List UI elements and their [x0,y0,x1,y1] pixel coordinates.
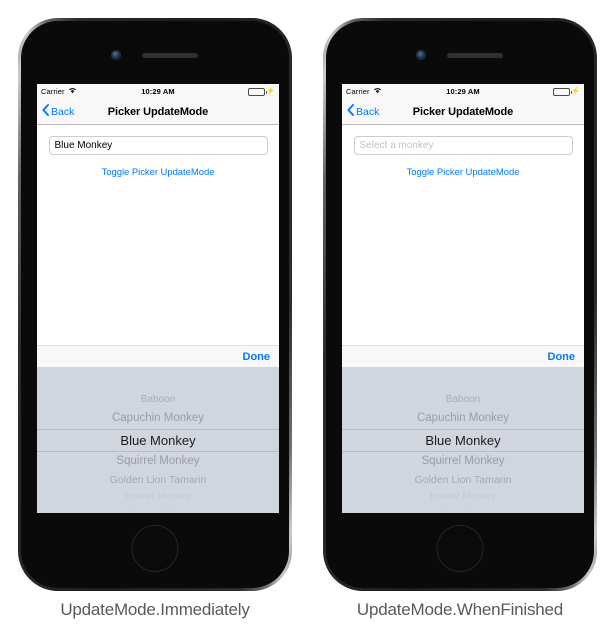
picker-row[interactable]: Baboon [342,392,584,409]
front-camera-icon [112,51,120,59]
monkey-picker-wheel[interactable]: Baboon Capuchin Monkey Blue Monkey Squir… [342,367,584,513]
picker-row[interactable]: Capuchin Monkey [37,409,279,429]
toggle-picker-updatemode-button[interactable]: Toggle Picker UpdateMode [407,167,520,178]
monkey-text-input[interactable]: Select a monkey [353,136,573,155]
sensor-cluster [326,49,594,61]
chevron-left-icon [347,104,354,119]
content-area: Select a monkey Toggle Picker UpdateMode [342,125,584,345]
home-button[interactable] [131,525,179,572]
status-bar-clock: 10:29 AM [446,87,480,96]
front-camera-icon [417,51,425,59]
status-bar-right: ⚡ [248,87,275,96]
back-button-label: Back [51,105,75,118]
picker-row[interactable]: Golden Lion Tamarin [37,472,279,490]
picker-row[interactable]: Golden Lion Tamarin [342,472,584,490]
picker-row[interactable]: Baboon [37,392,279,409]
picker-row-selected[interactable]: Blue Monkey [342,428,584,453]
caption-immediately: UpdateMode.Immediately [60,600,250,619]
text-input-placeholder: Select a monkey [359,140,434,151]
picker-toolbar: Done [37,345,279,367]
toggle-picker-updatemode-button[interactable]: Toggle Picker UpdateMode [102,167,215,178]
monkey-text-input[interactable]: Blue Monkey [48,136,268,155]
phone-body: Carrier 10:29 AM ⚡ Back Picker UpdateMod… [326,21,594,588]
status-bar: Carrier 10:29 AM ⚡ [342,84,584,99]
navigation-bar: Back Picker UpdateMode [37,99,279,125]
charging-bolt-icon: ⚡ [266,88,275,95]
earpiece-speaker-icon [142,52,198,58]
status-bar-right: ⚡ [553,87,580,96]
earpiece-speaker-icon [447,52,503,58]
picker-row[interactable]: Japanese Macaque [342,504,584,513]
battery-icon [248,87,268,96]
home-button[interactable] [436,525,484,572]
phone-device-whenfinished: Carrier 10:29 AM ⚡ Back Picker UpdateMod… [323,18,597,591]
status-bar-clock: 10:29 AM [141,87,175,96]
caption-whenfinished: UpdateMode.WhenFinished [356,600,564,619]
comparison-screenshot: Carrier 10:29 AM ⚡ Back Picker UpdateMod… [0,0,611,641]
done-button[interactable]: Done [243,351,271,363]
picker-row[interactable]: Capuchin Monkey [342,409,584,429]
phone-screen-immediately: Carrier 10:29 AM ⚡ Back Picker UpdateMod… [37,84,279,513]
done-button[interactable]: Done [548,351,576,363]
back-button[interactable]: Back [42,104,74,119]
picker-fade-top [37,367,279,393]
phone-device-immediately: Carrier 10:29 AM ⚡ Back Picker UpdateMod… [18,18,292,591]
picker-row[interactable]: Howler Monkey [37,490,279,504]
picker-toolbar: Done [342,345,584,367]
battery-icon [553,87,573,96]
charging-bolt-icon: ⚡ [571,88,580,95]
chevron-left-icon [42,104,49,119]
status-bar: Carrier 10:29 AM ⚡ [37,84,279,99]
picker-row[interactable]: Squirrel Monkey [342,452,584,472]
back-button-label: Back [356,105,380,118]
text-input-value: Blue Monkey [54,140,113,151]
sensor-cluster [21,49,289,61]
picker-row[interactable]: Howler Monkey [342,490,584,504]
picker-row[interactable]: Japanese Macaque [37,504,279,513]
picker-fade-top [342,367,584,393]
phone-screen-whenfinished: Carrier 10:29 AM ⚡ Back Picker UpdateMod… [342,84,584,513]
picker-row[interactable]: Squirrel Monkey [37,452,279,472]
back-button[interactable]: Back [347,104,379,119]
content-area: Blue Monkey Toggle Picker UpdateMode [37,125,279,345]
picker-row-selected[interactable]: Blue Monkey [37,428,279,453]
phone-body: Carrier 10:29 AM ⚡ Back Picker UpdateMod… [21,21,289,588]
navigation-bar: Back Picker UpdateMode [342,99,584,125]
monkey-picker-wheel[interactable]: Baboon Capuchin Monkey Blue Monkey Squir… [37,367,279,513]
